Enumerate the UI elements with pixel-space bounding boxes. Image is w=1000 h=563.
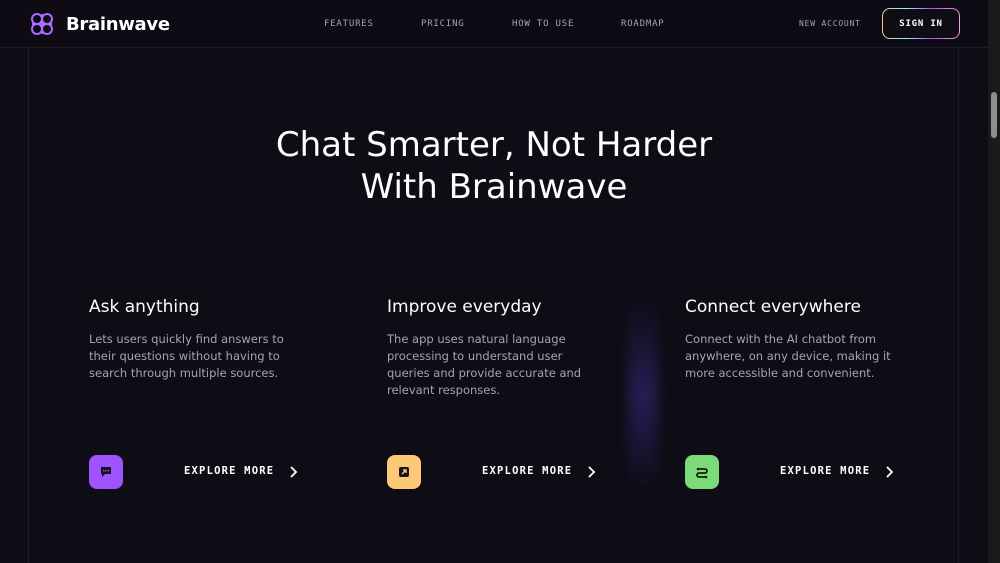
chevron-right-icon[interactable] [883, 465, 895, 479]
hero-title: Chat Smarter, Not Harder With Brainwave [0, 124, 988, 208]
hero-title-line-1: Chat Smarter, Not Harder [275, 125, 713, 165]
feature-description: Lets users quickly find answers to their… [89, 332, 284, 380]
feature-footer: EXPLORE MORE [685, 455, 905, 489]
feature-title: Ask anything [89, 297, 200, 317]
explore-more-link[interactable]: EXPLORE MORE [482, 465, 572, 477]
site-header: Brainwave FEATURES PRICING HOW TO USE RO… [0, 0, 988, 48]
brand-logo[interactable]: Brainwave [28, 10, 170, 38]
brand-name: Brainwave [66, 13, 170, 35]
feature-footer: EXPLORE MORE [89, 455, 309, 489]
chat-bubble-icon [89, 455, 123, 489]
hero-title-line-2: With Brainwave [360, 167, 628, 207]
sign-in-button[interactable]: SIGN IN [882, 8, 960, 39]
feature-description: Connect with the AI chatbot from anywher… [685, 332, 891, 380]
background-glow [628, 295, 658, 495]
nav-link-pricing[interactable]: PRICING [421, 19, 465, 29]
feature-title: Improve everyday [387, 297, 542, 317]
nav-link-how-to-use[interactable]: HOW TO USE [512, 19, 574, 29]
chevron-right-icon[interactable] [585, 465, 597, 479]
nav-link-roadmap[interactable]: ROADMAP [621, 19, 665, 29]
feature-card-ask-anything: Ask anything Lets users quickly find ans… [89, 295, 309, 489]
scrollbar-thumb[interactable] [991, 92, 997, 138]
page-scrollbar[interactable] [988, 0, 1000, 563]
feature-card-improve-everyday: Improve everyday The app uses natural la… [387, 295, 607, 489]
feature-card-connect-everywhere: Connect everywhere Connect with the AI c… [685, 295, 905, 489]
explore-more-link[interactable]: EXPLORE MORE [780, 465, 870, 477]
feature-description: The app uses natural language processing… [387, 332, 582, 397]
brainwave-logo-icon [31, 13, 53, 35]
new-account-link[interactable]: NEW ACCOUNT [799, 19, 861, 28]
connect-icon [685, 455, 719, 489]
expand-icon [387, 455, 421, 489]
nav-link-features[interactable]: FEATURES [324, 19, 374, 29]
sign-in-label: SIGN IN [883, 9, 959, 38]
chevron-right-icon[interactable] [287, 465, 299, 479]
explore-more-link[interactable]: EXPLORE MORE [184, 465, 274, 477]
feature-footer: EXPLORE MORE [387, 455, 607, 489]
feature-title: Connect everywhere [685, 297, 861, 317]
